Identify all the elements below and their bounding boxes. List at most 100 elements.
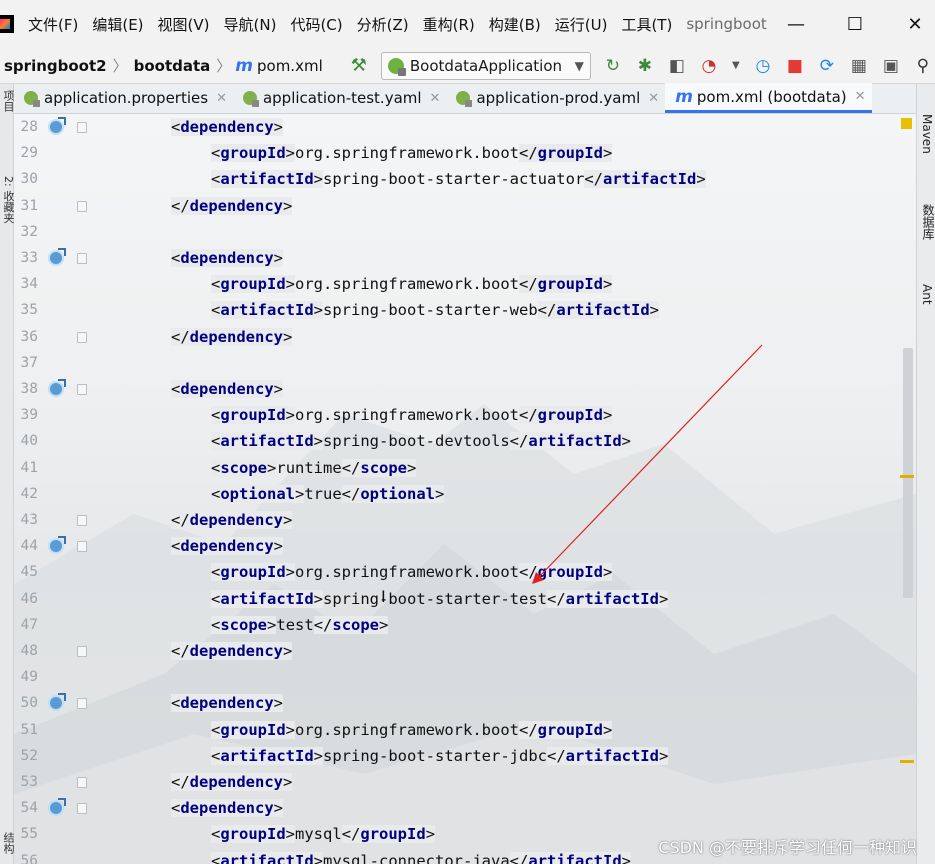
warning-marker[interactable] (900, 475, 914, 478)
menu-edit[interactable]: 编辑(E) (92, 14, 143, 35)
tag-bracket: > (407, 458, 417, 477)
menu-analyze[interactable]: 分析(Z) (357, 14, 409, 35)
breadcrumb-project[interactable]: springboot2 (2, 57, 109, 75)
tab-application-properties[interactable]: application.properties ✕ (14, 83, 233, 113)
breadcrumb-file[interactable]: pom.xml (257, 57, 323, 75)
terminal-icon[interactable]: ▣ (881, 56, 901, 76)
minimize-button[interactable]: — (766, 0, 826, 48)
maven-dependency-gutter-icon[interactable] (48, 693, 66, 712)
code-line[interactable]: 52 <artifactId>spring-boot-starter-jdbc</… (14, 743, 904, 769)
code-text: <dependency> (171, 533, 284, 559)
code-line[interactable]: 44 <dependency> (14, 533, 904, 559)
code-line[interactable]: 33 <dependency> (14, 245, 904, 271)
code-line[interactable]: 28 <dependency> (14, 114, 904, 140)
fold-marker-icon[interactable] (77, 331, 87, 343)
chevron-down-icon[interactable]: ▼ (731, 56, 741, 76)
fold-marker-icon[interactable] (77, 777, 87, 788)
code-line[interactable]: 43 </dependency> (14, 507, 904, 533)
warning-marker[interactable] (900, 760, 914, 763)
tag-bracket: > (313, 589, 324, 608)
close-icon[interactable]: ✕ (648, 91, 659, 106)
code-line[interactable]: 45 <groupId>org.springframework.boot</gro… (14, 559, 904, 585)
menu-code[interactable]: 代码(C) (290, 14, 342, 35)
close-icon[interactable]: ✕ (430, 91, 441, 106)
menu-build[interactable]: 构建(B) (489, 14, 541, 35)
breadcrumb-module[interactable]: bootdata (132, 57, 213, 75)
rerun-icon[interactable]: ↻ (603, 56, 623, 76)
code-line[interactable]: 34 <groupId>org.springframework.boot</gro… (14, 271, 904, 297)
code-line[interactable]: 49 (14, 664, 904, 690)
project-structure-icon[interactable]: ▦ (849, 56, 869, 76)
code-line[interactable]: 40 <artifactId>spring-boot-devtools</arti… (14, 428, 904, 454)
code-line[interactable]: 39 <groupId>org.springframework.boot</gro… (14, 402, 904, 428)
fold-marker-icon[interactable] (77, 384, 87, 395)
menu-tools[interactable]: 工具(T) (621, 14, 672, 35)
menu-file[interactable]: 文件(F) (28, 14, 78, 35)
fold-marker-icon[interactable] (77, 122, 87, 133)
code-line[interactable]: 29 <groupId>org.springframework.boot</gro… (14, 140, 904, 166)
menu-refactor[interactable]: 重构(R) (423, 14, 475, 35)
code-line[interactable]: 35 <artifactId>spring-boot-starter-web</a… (14, 297, 904, 323)
fold-marker-icon[interactable] (77, 200, 87, 212)
code-text: <groupId>org.springframework.boot</group… (211, 140, 613, 166)
stopwatch-icon[interactable]: ◷ (753, 56, 773, 76)
code-line[interactable]: 30 <artifactId>spring-boot-starter-actuat… (14, 166, 904, 192)
vertical-scrollbar[interactable] (903, 348, 913, 598)
code-line[interactable]: 31 </dependency> (14, 193, 904, 219)
code-line[interactable]: 46 <artifactId>spring-boot-starter-test</… (14, 586, 904, 612)
tag-bracket: </ (313, 615, 333, 634)
close-window-button[interactable]: ✕ (885, 0, 935, 48)
code-line[interactable]: 54 <dependency> (14, 795, 904, 821)
code-line[interactable]: 38 <dependency> (14, 376, 904, 402)
fold-marker-icon[interactable] (77, 515, 87, 526)
code-line[interactable]: 37 (14, 350, 904, 376)
tab-application-prod-yaml[interactable]: application-prod.yaml ✕ (446, 83, 665, 113)
tag-bracket: </ (518, 563, 538, 582)
tab-pom-xml[interactable]: m pom.xml (bootdata) ✕ (665, 83, 872, 113)
code-line[interactable]: 51 <groupId>org.springframework.boot</gro… (14, 717, 904, 743)
code-line[interactable]: 42 <optional>true</optional> (14, 481, 904, 507)
tag-bracket: < (211, 170, 221, 189)
maven-dependency-gutter-icon[interactable] (48, 798, 66, 817)
tag-name: artifactId (220, 301, 314, 320)
tag-name: groupId (220, 406, 286, 425)
fold-marker-icon[interactable] (77, 253, 87, 264)
fold-marker-icon[interactable] (77, 803, 87, 815)
maven-dependency-gutter-icon[interactable] (48, 248, 66, 266)
menu-navigate[interactable]: 导航(N) (224, 14, 277, 35)
tab-application-test-yaml[interactable]: application-test.yaml ✕ (233, 83, 446, 113)
ant-tool-tab[interactable]: Ant (920, 284, 934, 305)
update-icon[interactable]: ⟳ (817, 56, 837, 76)
debug-bug-icon[interactable]: ✱ (635, 56, 655, 76)
coverage-icon[interactable]: ◧ (667, 56, 687, 76)
search-icon[interactable]: ⚲ (913, 56, 933, 76)
fold-marker-icon[interactable] (77, 646, 87, 657)
code-line[interactable]: 48 </dependency> (14, 638, 904, 664)
code-editor[interactable]: 28 <dependency> 29 <groupId>org.springframe… (14, 114, 916, 864)
close-icon[interactable]: ✕ (216, 91, 227, 106)
build-hammer-icon[interactable]: ⚒ (351, 55, 367, 76)
code-line[interactable]: 53 </dependency> (14, 769, 904, 795)
code-line[interactable]: 32 (14, 219, 904, 245)
maven-dependency-gutter-icon[interactable] (48, 536, 66, 555)
maven-dependency-gutter-icon[interactable] (48, 117, 66, 135)
tag-bracket: > (285, 563, 296, 582)
inspection-status-icon[interactable] (901, 118, 912, 129)
code-line[interactable]: 50 <dependency> (14, 690, 904, 716)
profiler-icon[interactable]: ◔ (699, 56, 719, 76)
close-icon[interactable]: ✕ (855, 89, 866, 104)
code-line[interactable]: 36 </dependency> (14, 324, 904, 350)
fold-marker-icon[interactable] (77, 698, 87, 710)
database-tool-tab[interactable]: 数据库 (920, 204, 935, 240)
fold-marker-icon[interactable] (77, 541, 87, 553)
code-line[interactable]: 47 <scope>test</scope> (14, 612, 904, 638)
xml-close-tag: </artifactId> (537, 301, 659, 320)
run-configuration-select[interactable]: BootdataApplication ▼ (380, 51, 591, 80)
maximize-button[interactable]: ☐ (825, 0, 885, 48)
stop-icon[interactable]: ■ (785, 56, 805, 76)
menu-view[interactable]: 视图(V) (158, 14, 210, 35)
menu-run[interactable]: 运行(U) (555, 14, 608, 35)
code-line[interactable]: 41 <scope>runtime</scope> (14, 455, 904, 481)
maven-tool-tab[interactable]: Maven (920, 114, 934, 154)
maven-dependency-gutter-icon[interactable] (48, 379, 66, 397)
